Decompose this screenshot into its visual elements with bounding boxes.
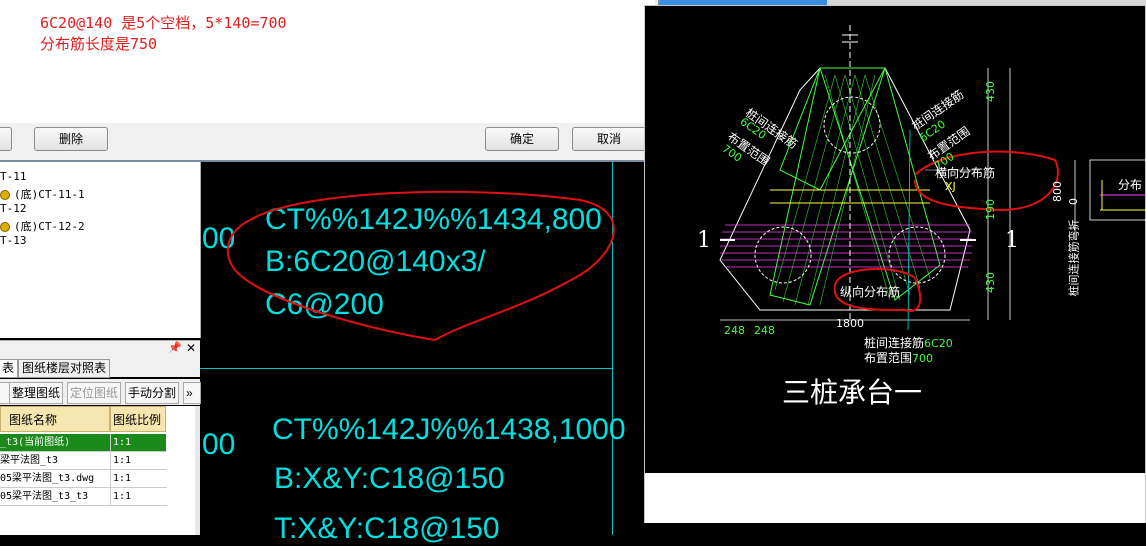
component-dot-icon [0, 222, 10, 232]
note-dialog: 6C20@140 是5个空档，5*140=700 分布筋长度是750 删除 确定… [0, 0, 660, 162]
note-line-1: 6C20@140 是5个空档，5*140=700 [40, 14, 287, 32]
drawing-toolbar: 整理图纸 定位图纸 手动分割 » [0, 379, 201, 405]
horizontal-distribution-label: 横向分布筋 [935, 166, 996, 180]
dim-248-a: 248 [724, 324, 745, 337]
locate-drawing-button[interactable]: 定位图纸 [67, 382, 122, 404]
col-header-name[interactable]: 图纸名称 [0, 406, 110, 432]
delete-button[interactable]: 删除 [34, 127, 108, 151]
panel-title-bar: 📌 ✕ [0, 340, 200, 357]
dim-190: 190 [984, 199, 997, 220]
close-icon[interactable]: ✕ [186, 341, 196, 355]
manual-split-button[interactable]: 手动分割 [125, 382, 180, 404]
tree-item[interactable]: T-12 [0, 202, 27, 215]
note-text-area[interactable]: 6C20@140 是5个空档，5*140=700 分布筋长度是750 [0, 0, 655, 123]
table-row[interactable]: _t3(当前图纸) 1:1 [0, 434, 167, 452]
xj-label: XJ [945, 180, 956, 193]
ok-button[interactable]: 确定 [485, 127, 559, 151]
drawing-table: 图纸名称 图纸比例 _t3(当前图纸) 1:1 梁平法图_t3 1:1 05梁平法图… [0, 406, 200, 535]
more-button[interactable]: » [183, 382, 201, 404]
red-annotation-loop [226, 190, 615, 342]
pin-icon[interactable]: 📌 [168, 341, 182, 354]
drawing-status-area [645, 473, 1145, 523]
tab-table[interactable]: 表 [0, 359, 19, 378]
organize-drawing-button[interactable]: 整理图纸 [9, 382, 64, 404]
cad-text-ct-2: CT%%142J%%1438,1000 [272, 413, 626, 446]
cad-text-fragment: 00 [202, 428, 236, 461]
tree-item[interactable]: (底)CT-12-2 [0, 218, 85, 234]
panel-tabs: 表 图纸楼层对照表 [0, 357, 200, 378]
tree-item[interactable]: T-13 [0, 234, 27, 247]
cancel-button[interactable]: 取消 [572, 127, 646, 151]
dim-248-b: 248 [754, 324, 775, 337]
col-header-scale[interactable]: 图纸比例 [110, 406, 166, 432]
side-distribution-label: 分布 [1118, 178, 1143, 192]
dim-0: 0 [1067, 198, 1080, 205]
cad-frame-line [200, 368, 612, 369]
drawing-title: 三桩承台一 [782, 376, 923, 409]
component-dot-icon [0, 190, 10, 200]
table-scrollbar[interactable] [195, 406, 200, 535]
dim-430-top: 430 [984, 81, 997, 102]
dim-430-bottom: 430 [984, 272, 997, 293]
table-row[interactable]: 05梁平法图_t3.dwg 1:1 [0, 470, 167, 488]
section-mark-right: 1 [1005, 228, 1019, 253]
table-row[interactable]: 梁平法图_t3 1:1 [0, 452, 167, 470]
bottom-range-label: 布置范围700 [864, 351, 934, 365]
section-mark-left: 1 [697, 228, 711, 253]
note-line-2: 分布筋长度是750 [40, 35, 158, 53]
cad-text-rebar-3: B:X&Y:C18@150 [274, 462, 505, 495]
tree-item[interactable]: (底)CT-11-1 [0, 186, 85, 202]
cad-text-rebar-4: T:X&Y:C18@150 [274, 512, 500, 545]
tree-item[interactable]: T-11 [0, 170, 27, 183]
dim-1800: 1800 [836, 317, 864, 330]
longitudinal-distribution-label: 纵向分布筋 [840, 285, 901, 299]
side-connector-bend-label: 桩间连接筋弯折 [1067, 219, 1081, 297]
tab-floor-mapping[interactable]: 图纸楼层对照表 [18, 359, 111, 378]
left-button-partial[interactable] [0, 127, 12, 151]
component-tree: T-11 (底)CT-11-1 T-12 (底)CT-12-2 T-13 [0, 162, 201, 338]
table-row[interactable]: 05梁平法图_t3_t3 1:1 [0, 488, 167, 506]
dim-800: 800 [1051, 181, 1064, 202]
